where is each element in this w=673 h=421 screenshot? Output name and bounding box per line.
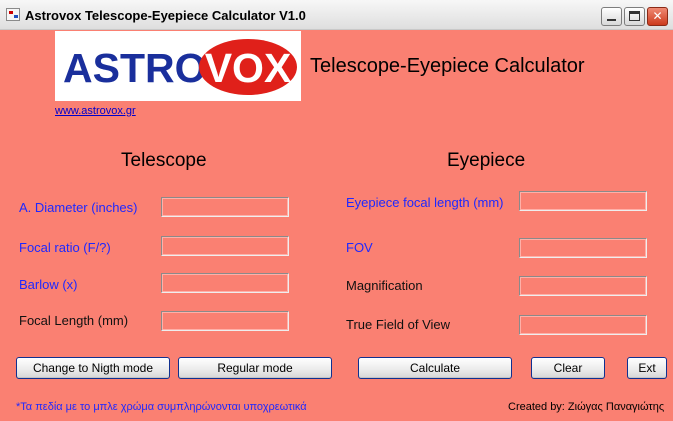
- focal-ratio-label: Focal ratio (F/?): [19, 240, 111, 255]
- eyepiece-focal-length-input[interactable]: [519, 191, 647, 211]
- maximize-button[interactable]: [624, 7, 645, 26]
- astrovox-logo: ASTRO VOX: [55, 31, 301, 101]
- logo-text-astro: ASTRO: [63, 45, 207, 91]
- fov-input[interactable]: [519, 238, 647, 258]
- eyepiece-heading: Eyepiece: [447, 150, 526, 171]
- app-icon[interactable]: [6, 8, 20, 21]
- telescope-heading: Telescope: [121, 150, 207, 171]
- true-fov-label: True Field of View: [346, 317, 451, 332]
- barlow-label: Barlow (x): [19, 277, 78, 292]
- focal-ratio-input[interactable]: [161, 236, 289, 256]
- app-title: Telescope-Eyepiece Calculator: [310, 55, 585, 77]
- diameter-label: A. Diameter (inches): [19, 200, 138, 215]
- barlow-input[interactable]: [161, 273, 289, 293]
- regular-mode-button[interactable]: Regular mode: [178, 357, 332, 379]
- clear-button[interactable]: Clear: [531, 357, 605, 379]
- focal-length-label: Focal Length (mm): [19, 313, 129, 328]
- true-fov-output[interactable]: [519, 315, 647, 335]
- logo-text-vox: VOX: [204, 45, 292, 91]
- minimize-icon: [607, 19, 616, 21]
- magnification-output[interactable]: [519, 276, 647, 296]
- required-fields-note: *Τα πεδία με το μπλε χρώμα συμπληρώνοντα…: [16, 401, 307, 413]
- night-mode-button[interactable]: Change to Nigth mode: [16, 357, 170, 379]
- minimize-button[interactable]: [601, 7, 622, 26]
- website-link[interactable]: www.astrovox.gr: [55, 105, 136, 117]
- eyepiece-focal-length-label: Eyepiece focal length (mm): [346, 195, 504, 210]
- fov-label: FOV: [346, 240, 373, 255]
- author-credit: Created by: Ζιώγας Παναγιώτης: [508, 401, 665, 413]
- window-title: Astrovox Telescope-Eyepiece Calculator V…: [25, 8, 306, 23]
- diameter-input[interactable]: [161, 197, 289, 217]
- close-button[interactable]: ✕: [647, 7, 668, 26]
- close-icon: ✕: [652, 9, 663, 23]
- magnification-label: Magnification: [346, 278, 423, 293]
- focal-length-output[interactable]: [161, 311, 289, 331]
- title-bar[interactable]: Astrovox Telescope-Eyepiece Calculator V…: [0, 0, 673, 30]
- calculate-button[interactable]: Calculate: [358, 357, 512, 379]
- exit-button[interactable]: Ext: [627, 357, 667, 379]
- maximize-icon: [629, 11, 640, 21]
